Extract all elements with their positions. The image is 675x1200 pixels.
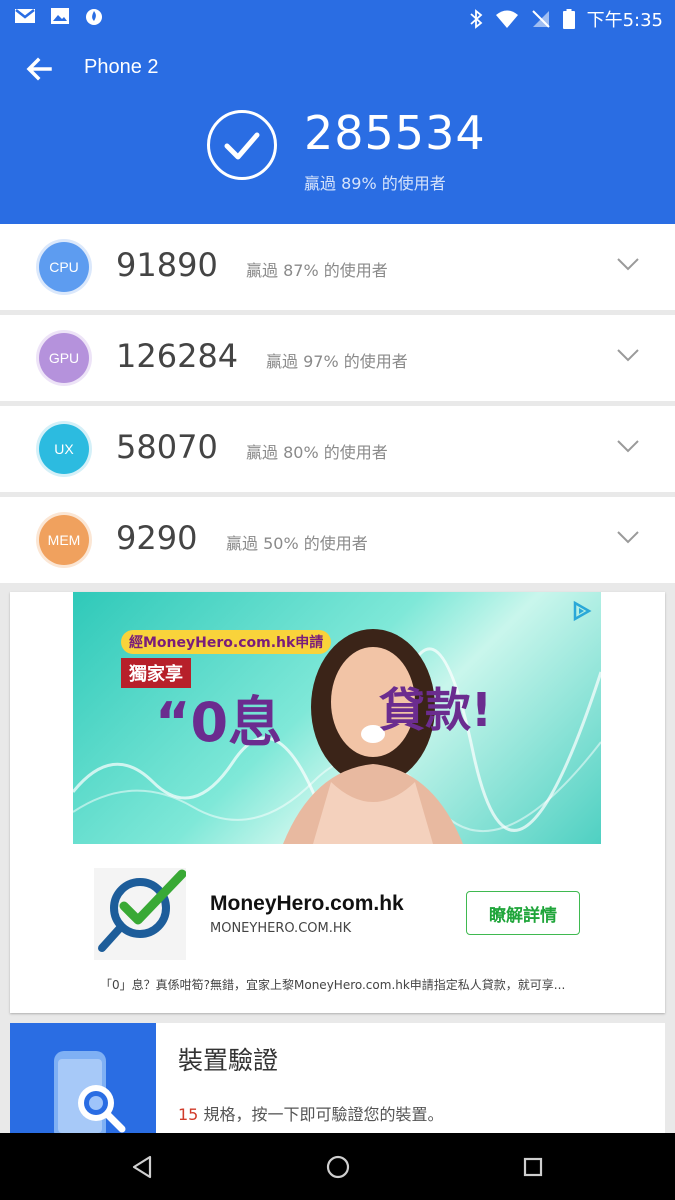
gpu-score: 126284 [116,337,239,375]
chevron-down-icon[interactable] [616,438,640,454]
status-bar: 下午5:35 [0,0,675,36]
ad-banner-brand-tag: 經MoneyHero.com.hk申請 [121,630,332,654]
clock: 下午5:35 [586,10,663,31]
back-arrow-icon[interactable] [22,52,56,86]
ad-logo [94,868,187,960]
score-row-gpu[interactable]: GPU 126284 贏過 97% 的使用者 [0,315,675,401]
ux-badge-label: UX [39,424,89,474]
no-signal-icon [531,10,550,28]
score-row-cpu[interactable]: CPU 91890 贏過 87% 的使用者 [0,224,675,310]
ad-cta-button[interactable]: 瞭解詳情 [466,891,580,935]
mem-percentile: 贏過 50% 的使用者 [226,534,368,553]
ux-score: 58070 [116,428,218,466]
mem-score: 9290 [116,519,198,557]
cpu-score: 91890 [116,246,218,284]
cpu-badge-label: CPU [39,242,89,292]
ad-banner-image[interactable]: 經MoneyHero.com.hk申請 獨家享 “0息 貸款! [73,592,601,844]
gallery-icon [51,8,69,24]
recents-square-icon[interactable] [519,1153,547,1181]
bluetooth-icon [469,9,482,29]
battery-icon [562,9,575,29]
ux-percentile: 贏過 80% 的使用者 [246,443,388,462]
device-verify-subtitle: 15 規格，按一下即可驗證您的裝置。 [178,1101,443,1125]
check-circle-icon [207,110,277,180]
chevron-down-icon[interactable] [616,529,640,545]
gmail-icon [15,9,35,23]
score-row-mem[interactable]: MEM 9290 贏過 50% 的使用者 [0,497,675,583]
device-verify-title: 裝置驗證 [178,1046,279,1075]
ad-card[interactable]: 經MoneyHero.com.hk申請 獨家享 “0息 貸款! MoneyHer… [10,592,665,1013]
home-circle-icon[interactable] [324,1153,352,1181]
ad-banner-headline-end: 貸款! [379,683,492,737]
ad-brand-name: MoneyHero.com.hk [210,892,404,915]
total-score: 285534 [304,106,486,160]
device-verify-subtitle-text: 規格，按一下即可驗證您的裝置。 [198,1105,444,1124]
back-triangle-icon[interactable] [128,1153,156,1181]
chevron-down-icon[interactable] [616,256,640,272]
ad-description: 「0」息？真係咁筍?無錯，宜家上黎MoneyHero.com.hk申請指定私人貸… [100,978,566,992]
score-header: Phone 2 285534 贏過 89% 的使用者 [0,36,675,224]
page-title: Phone 2 [84,56,159,78]
cpu-percentile: 贏過 87% 的使用者 [246,261,388,280]
chevron-down-icon[interactable] [616,347,640,363]
score-row-ux[interactable]: UX 58070 贏過 80% 的使用者 [0,406,675,492]
cpu-badge: CPU [36,239,92,295]
device-verify-icon [10,1023,156,1141]
navigation-bar [0,1133,675,1200]
ux-badge: UX [36,421,92,477]
spec-count: 15 [178,1105,199,1124]
device-verify-card[interactable]: 裝置驗證 15 規格，按一下即可驗證您的裝置。 [10,1023,665,1141]
gpu-badge-label: GPU [39,333,89,383]
adchoices-icon[interactable] [571,600,593,622]
ad-banner-headline: “0息 [155,691,283,754]
mem-badge-label: MEM [39,515,89,565]
mem-badge: MEM [36,512,92,568]
app-flame-icon [86,9,102,25]
wifi-icon [495,10,518,28]
ad-url: MONEYHERO.COM.HK [210,921,352,936]
total-percentile: 贏過 89% 的使用者 [304,174,446,193]
gpu-percentile: 贏過 97% 的使用者 [266,352,408,371]
gpu-badge: GPU [36,330,92,386]
